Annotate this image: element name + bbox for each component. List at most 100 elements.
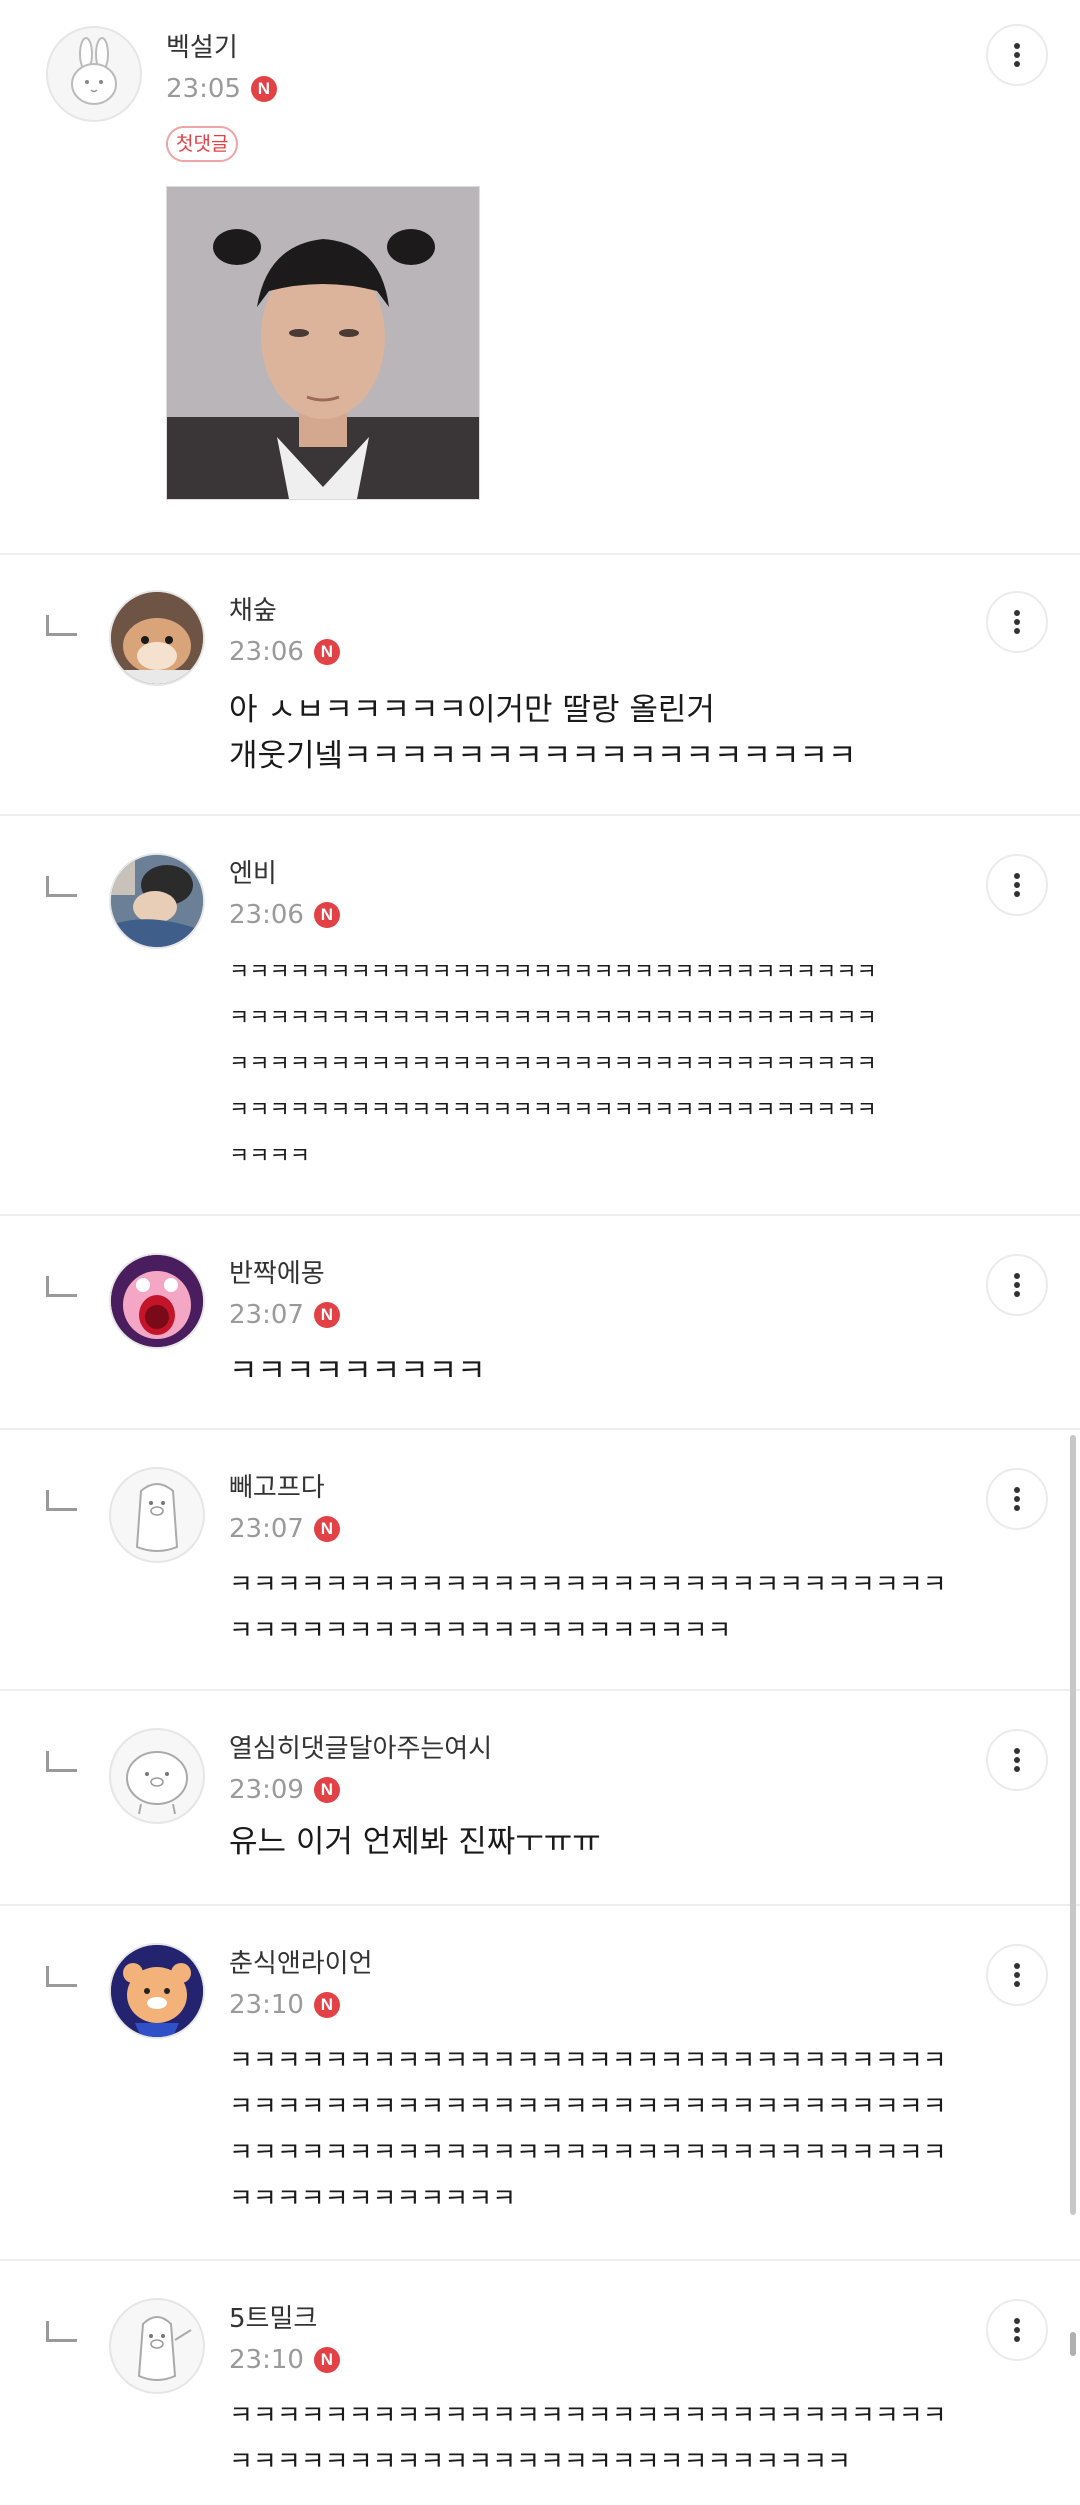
reply-comment-item: 반짝에몽 23:07 N ㅋㅋㅋㅋㅋㅋㅋㅋㅋ	[0, 1216, 1080, 1430]
reply-arrow-icon	[46, 2321, 77, 2342]
comment-meta: 23:09 N	[229, 1773, 340, 1807]
more-vertical-icon	[1014, 873, 1020, 897]
author-name[interactable]: 빼고프다	[229, 1472, 325, 1504]
comment-text: ㅋㅋㅋㅋㅋㅋㅋㅋㅋㅋㅋㅋㅋㅋㅋㅋㅋㅋㅋㅋㅋㅋㅋㅋㅋㅋㅋㅋㅋㅋ ㅋㅋㅋㅋㅋㅋㅋㅋㅋ…	[229, 1562, 947, 1654]
comment-photo[interactable]	[166, 186, 480, 500]
reply-arrow-icon	[46, 876, 77, 897]
comment-text-line: ㅋㅋㅋㅋㅋㅋㅋㅋㅋㅋㅋㅋㅋㅋㅋㅋㅋㅋㅋㅋㅋㅋㅋㅋㅋㅋㅋㅋㅋㅋㅋㅋ	[229, 960, 877, 985]
new-badge: N	[313, 1302, 340, 1328]
comment-text-line: ㅋㅋㅋㅋㅋㅋㅋㅋㅋㅋㅋㅋㅋㅋㅋㅋㅋㅋㅋㅋㅋㅋㅋㅋㅋㅋㅋㅋㅋㅋㅋㅋ	[229, 1052, 877, 1077]
comment-meta: 23:07 N	[229, 1298, 340, 1332]
more-options-button[interactable]	[986, 854, 1048, 916]
comment-text-line: ㅋㅋㅋㅋㅋㅋㅋㅋㅋㅋㅋㅋㅋㅋㅋㅋㅋㅋㅋㅋㅋㅋㅋㅋㅋㅋㅋㅋㅋㅋ	[229, 2046, 947, 2076]
more-vertical-icon	[1014, 2318, 1020, 2342]
scrollbar-track[interactable]	[1070, 1435, 1076, 2215]
comment-text-line: 유느 이거 언제봐 진짜ㅜㅠㅠ	[229, 1824, 601, 1860]
more-options-button[interactable]	[986, 1468, 1048, 1530]
comment-time: 23:10	[229, 2345, 304, 2375]
comment-time: 23:05	[166, 74, 241, 104]
author-name[interactable]: 춘식앤라이언	[229, 1948, 373, 1980]
scrollbar-thumb[interactable]	[1070, 2332, 1076, 2356]
comment-text: ㅋㅋㅋㅋㅋㅋㅋㅋㅋ	[229, 1348, 486, 1394]
more-vertical-icon	[1014, 43, 1020, 67]
new-badge: N	[313, 2347, 340, 2373]
comment-text-line: ㅋㅋㅋㅋㅋㅋㅋㅋㅋ	[229, 1353, 486, 1389]
comment-text: ㅋㅋㅋㅋㅋㅋㅋㅋㅋㅋㅋㅋㅋㅋㅋㅋㅋㅋㅋㅋㅋㅋㅋㅋㅋㅋㅋㅋㅋㅋ ㅋㅋㅋㅋㅋㅋㅋㅋㅋ…	[229, 2393, 947, 2485]
comment-text-line: ㅋㅋㅋㅋㅋㅋㅋㅋㅋㅋㅋㅋㅋㅋㅋㅋㅋㅋㅋㅋㅋㅋㅋㅋㅋㅋㅋㅋㅋㅋ	[229, 2138, 947, 2168]
more-options-button[interactable]	[986, 24, 1048, 86]
more-vertical-icon	[1014, 1963, 1020, 1987]
more-options-button[interactable]	[986, 1729, 1048, 1791]
more-options-button[interactable]	[986, 1254, 1048, 1316]
comment-text-line: ㅋㅋㅋㅋㅋㅋㅋㅋㅋㅋㅋㅋㅋㅋㅋㅋㅋㅋㅋㅋㅋㅋㅋㅋㅋㅋㅋㅋㅋㅋ	[229, 1570, 947, 1600]
comment-meta: 23:10 N	[229, 2343, 340, 2377]
new-badge: N	[313, 639, 340, 665]
reply-comment-item: 빼고프다 23:07 N ㅋㅋㅋㅋㅋㅋㅋㅋㅋㅋㅋㅋㅋㅋㅋㅋㅋㅋㅋㅋㅋㅋㅋㅋㅋㅋㅋ…	[0, 1430, 1080, 1691]
author-name[interactable]: 열심히댓글달아주는여시	[229, 1733, 492, 1765]
more-vertical-icon	[1014, 1273, 1020, 1297]
comment-item: 벡설기 23:05 N 첫댓글	[0, 0, 1080, 555]
comment-time: 23:10	[229, 1990, 304, 2020]
new-badge: N	[313, 1516, 340, 1542]
new-badge: N	[313, 1992, 340, 2018]
comment-time: 23:06	[229, 637, 304, 667]
comment-time: 23:06	[229, 900, 304, 930]
comment-text: 아 ㅅㅂㅋㅋㅋㅋㅋ이거만 딸랑 올린거 개웃기넼ㅋㅋㅋㅋㅋㅋㅋㅋㅋㅋㅋㅋㅋㅋㅋㅋ…	[229, 687, 856, 779]
reply-comment-item: 열심히댓글달아주는여시 23:09 N 유느 이거 언제봐 진짜ㅜㅠㅠ	[0, 1691, 1080, 1906]
comment-text-line: ㅋㅋㅋㅋㅋㅋㅋㅋㅋㅋㅋㅋㅋㅋㅋㅋㅋㅋㅋㅋㅋㅋㅋㅋㅋㅋㅋㅋㅋㅋ	[229, 2401, 947, 2431]
author-name[interactable]: 벡설기	[166, 32, 238, 64]
comment-text-line: 아 ㅅㅂㅋㅋㅋㅋㅋ이거만 딸랑 올린거	[229, 692, 715, 728]
comment-time: 23:09	[229, 1775, 304, 1805]
hamster-avatar-icon[interactable]	[109, 590, 205, 686]
comment-time: 23:07	[229, 1514, 304, 1544]
sleeping-person-avatar-icon[interactable]	[109, 853, 205, 949]
comment-text-line: ㅋㅋㅋㅋㅋㅋㅋㅋㅋㅋㅋㅋ	[229, 2184, 517, 2214]
crying-character-avatar-icon[interactable]	[109, 1253, 205, 1349]
bear-character-avatar-icon[interactable]	[109, 1943, 205, 2039]
comment-meta: 23:06 N	[229, 635, 340, 669]
author-name[interactable]: 채숲	[229, 595, 277, 627]
more-options-button[interactable]	[986, 591, 1048, 653]
more-vertical-icon	[1014, 610, 1020, 634]
pig-face-avatar-icon[interactable]	[109, 1728, 205, 1824]
comment-meta: 23:10 N	[229, 1988, 340, 2022]
more-options-button[interactable]	[986, 1944, 1048, 2006]
reply-arrow-icon	[46, 615, 77, 636]
comment-text-line: ㅋㅋㅋㅋㅋㅋㅋㅋㅋㅋㅋㅋㅋㅋㅋㅋㅋㅋㅋㅋㅋ	[229, 1616, 732, 1646]
person-photo-icon	[167, 187, 479, 499]
reply-arrow-icon	[46, 1490, 77, 1511]
reply-comment-item: 5트밀크 23:10 N ㅋㅋㅋㅋㅋㅋㅋㅋㅋㅋㅋㅋㅋㅋㅋㅋㅋㅋㅋㅋㅋㅋㅋㅋㅋㅋㅋ…	[0, 2261, 1080, 2505]
reply-arrow-icon	[46, 1276, 77, 1297]
new-badge: N	[313, 902, 340, 928]
comment-text-line: ㅋㅋㅋㅋㅋㅋㅋㅋㅋㅋㅋㅋㅋㅋㅋㅋㅋㅋㅋㅋㅋㅋㅋㅋㅋㅋㅋㅋㅋㅋㅋㅋ	[229, 1098, 877, 1123]
comment-text-line: ㅋㅋㅋㅋㅋㅋㅋㅋㅋㅋㅋㅋㅋㅋㅋㅋㅋㅋㅋㅋㅋㅋㅋㅋㅋㅋ	[229, 2447, 851, 2477]
comment-text-line: ㅋㅋㅋㅋㅋㅋㅋㅋㅋㅋㅋㅋㅋㅋㅋㅋㅋㅋㅋㅋㅋㅋㅋㅋㅋㅋㅋㅋㅋㅋㅋㅋ	[229, 1006, 877, 1031]
more-vertical-icon	[1014, 1487, 1020, 1511]
comment-meta: 23:05 N	[166, 72, 277, 106]
reply-arrow-icon	[46, 1751, 77, 1772]
author-name[interactable]: 5트밀크	[229, 2303, 317, 2335]
reply-comment-item: 채숲 23:06 N 아 ㅅㅂㅋㅋㅋㅋㅋ이거만 딸랑 올린거 개웃기넼ㅋㅋㅋㅋㅋ…	[0, 555, 1080, 816]
reply-comment-item: 엔비 23:06 N ㅋㅋㅋㅋㅋㅋㅋㅋㅋㅋㅋㅋㅋㅋㅋㅋㅋㅋㅋㅋㅋㅋㅋㅋㅋㅋㅋㅋㅋ…	[0, 816, 1080, 1216]
comment-text-line: ㅋㅋㅋㅋㅋㅋㅋㅋㅋㅋㅋㅋㅋㅋㅋㅋㅋㅋㅋㅋㅋㅋㅋㅋㅋㅋㅋㅋㅋㅋ	[229, 2092, 947, 2122]
comment-text-line: ㅋㅋㅋㅋ	[229, 1144, 310, 1169]
reply-comment-item: 춘식앤라이언 23:10 N ㅋㅋㅋㅋㅋㅋㅋㅋㅋㅋㅋㅋㅋㅋㅋㅋㅋㅋㅋㅋㅋㅋㅋㅋㅋ…	[0, 1906, 1080, 2261]
pig-waving-avatar-icon[interactable]	[109, 2298, 205, 2394]
comment-meta: 23:06 N	[229, 898, 340, 932]
comment-time: 23:07	[229, 1300, 304, 1330]
author-name[interactable]: 반짝에몽	[229, 1258, 325, 1290]
comment-meta: 23:07 N	[229, 1512, 340, 1546]
comment-text: 유느 이거 언제봐 진짜ㅜㅠㅠ	[229, 1819, 601, 1865]
comment-text-line: 개웃기넼ㅋㅋㅋㅋㅋㅋㅋㅋㅋㅋㅋㅋㅋㅋㅋㅋㅋㅋ	[229, 738, 857, 774]
more-options-button[interactable]	[986, 2299, 1048, 2361]
first-comment-tag-label: 첫댓글	[176, 133, 229, 155]
first-comment-tag: 첫댓글	[166, 126, 239, 162]
bunny-avatar-icon[interactable]	[46, 26, 142, 122]
more-vertical-icon	[1014, 1748, 1020, 1772]
reply-arrow-icon	[46, 1966, 77, 1987]
comment-text: ㅋㅋㅋㅋㅋㅋㅋㅋㅋㅋㅋㅋㅋㅋㅋㅋㅋㅋㅋㅋㅋㅋㅋㅋㅋㅋㅋㅋㅋㅋㅋㅋ ㅋㅋㅋㅋㅋㅋㅋ…	[229, 950, 877, 1180]
new-badge: N	[250, 76, 277, 102]
pig-avatar-icon[interactable]	[109, 1467, 205, 1563]
author-name[interactable]: 엔비	[229, 858, 277, 890]
comment-text: ㅋㅋㅋㅋㅋㅋㅋㅋㅋㅋㅋㅋㅋㅋㅋㅋㅋㅋㅋㅋㅋㅋㅋㅋㅋㅋㅋㅋㅋㅋ ㅋㅋㅋㅋㅋㅋㅋㅋㅋ…	[229, 2038, 947, 2222]
